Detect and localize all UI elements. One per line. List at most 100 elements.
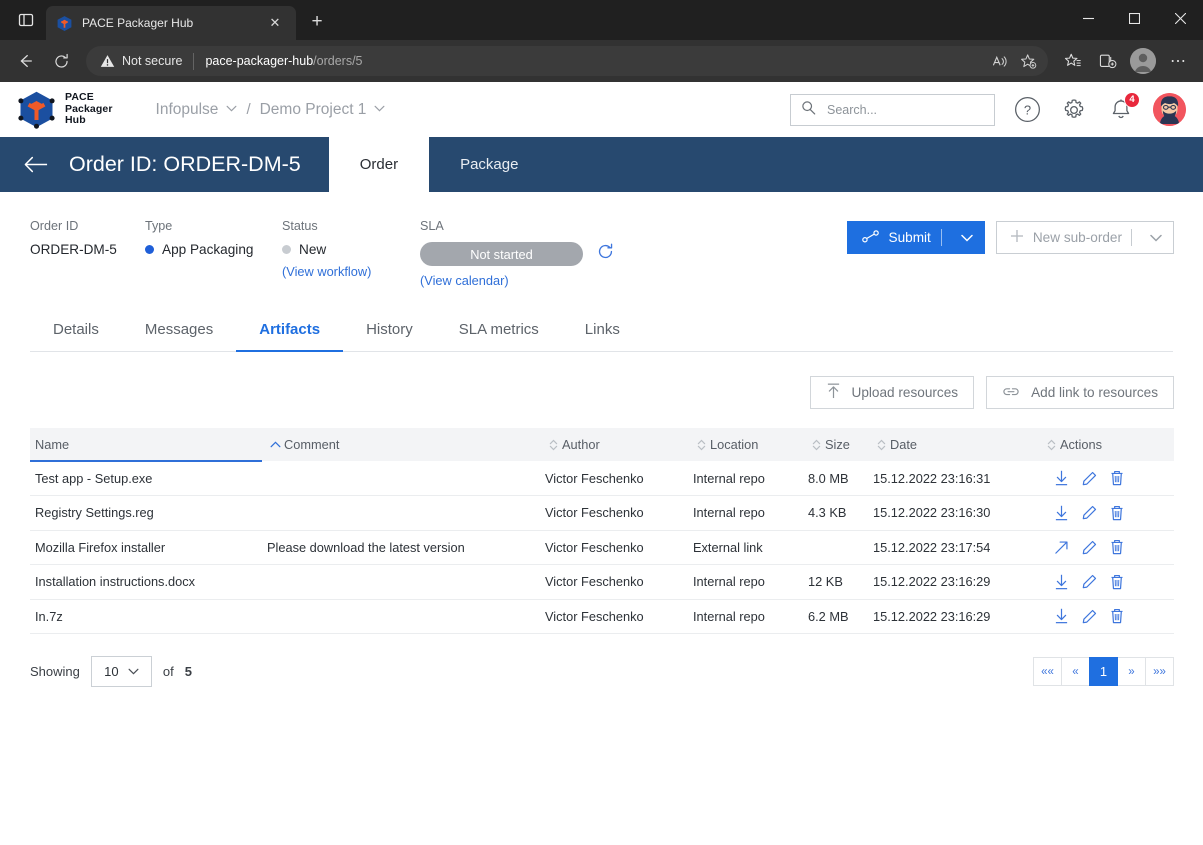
new-sub-order-button[interactable]: New sub-order: [995, 221, 1174, 254]
table-row[interactable]: Installation instructions.docx Victor Fe…: [30, 564, 1174, 600]
sort-icon[interactable]: [873, 439, 890, 451]
submit-button[interactable]: Submit: [846, 221, 985, 254]
sort-icon[interactable]: [808, 439, 825, 451]
minimize-button[interactable]: [1065, 0, 1111, 36]
notifications-button[interactable]: 4: [1106, 91, 1140, 125]
tab-sla-metrics[interactable]: SLA metrics: [436, 321, 562, 351]
browser-window: PACE Packager Hub ✕ + Not secure pace-pa…: [0, 0, 1203, 845]
sort-icon[interactable]: [545, 439, 562, 451]
new-tab-button[interactable]: +: [302, 7, 332, 37]
user-avatar[interactable]: [1153, 93, 1186, 126]
workflow-icon: [861, 229, 879, 246]
sla-status-badge: Not started: [420, 242, 583, 266]
back-icon[interactable]: [8, 44, 42, 78]
next-page-button[interactable]: »: [1117, 657, 1146, 686]
table-row[interactable]: Mozilla Firefox installer Please downloa…: [30, 530, 1174, 565]
security-indicator[interactable]: Not secure: [100, 54, 182, 68]
last-page-button[interactable]: »»: [1145, 657, 1174, 686]
download-icon[interactable]: [1054, 505, 1069, 521]
table-row[interactable]: Test app - Setup.exe Victor Feschenko In…: [30, 461, 1174, 496]
app-logo[interactable]: PACE Packager Hub: [18, 90, 113, 129]
meta-status-value: New: [282, 242, 420, 257]
page-size-select[interactable]: 10: [90, 656, 152, 687]
column-header-location[interactable]: Location: [688, 428, 803, 461]
edit-icon[interactable]: [1082, 471, 1097, 486]
edit-icon[interactable]: [1082, 609, 1097, 624]
search-box[interactable]: [790, 93, 995, 126]
tab-order[interactable]: Order: [328, 137, 430, 192]
cell-author: Victor Feschenko: [540, 461, 688, 496]
edit-icon[interactable]: [1082, 574, 1097, 589]
add-favorite-icon[interactable]: [1015, 48, 1042, 75]
collections-icon[interactable]: [1091, 44, 1125, 78]
cell-location: Internal repo: [688, 461, 803, 496]
delete-icon[interactable]: [1110, 505, 1124, 521]
browser-tab[interactable]: PACE Packager Hub ✕: [46, 6, 296, 40]
prev-page-button[interactable]: «: [1061, 657, 1090, 686]
back-to-orders-button[interactable]: [24, 137, 69, 192]
tab-details[interactable]: Details: [30, 321, 122, 351]
sort-icon[interactable]: [693, 439, 710, 451]
favorites-icon[interactable]: [1056, 44, 1090, 78]
settings-gear-button[interactable]: [1059, 95, 1089, 125]
close-window-button[interactable]: [1157, 0, 1203, 36]
cell-name-link[interactable]: Mozilla Firefox installer: [30, 530, 262, 565]
read-aloud-icon[interactable]: [986, 48, 1013, 75]
page-button-1[interactable]: 1: [1089, 657, 1118, 686]
edit-icon[interactable]: [1082, 540, 1097, 555]
add-link-to-resources-button[interactable]: Add link to resources: [986, 376, 1174, 409]
delete-icon[interactable]: [1110, 470, 1124, 486]
sort-icon[interactable]: [1043, 439, 1060, 451]
tab-messages[interactable]: Messages: [122, 321, 236, 351]
view-calendar-link[interactable]: (View calendar): [420, 273, 614, 288]
maximize-button[interactable]: [1111, 0, 1157, 36]
breadcrumb-item-organization[interactable]: Infopulse: [156, 101, 238, 119]
column-header-actions-label: Actions: [1060, 437, 1102, 452]
order-header-bar: Order ID: ORDER-DM-5 Order Package: [0, 137, 1203, 192]
upload-icon: [826, 383, 841, 402]
help-button[interactable]: ?: [1012, 95, 1042, 125]
address-bar[interactable]: Not secure pace-packager-hub/orders/5: [86, 46, 1048, 76]
first-page-button[interactable]: ««: [1033, 657, 1062, 686]
delete-icon[interactable]: [1110, 539, 1124, 555]
column-header-name[interactable]: Name: [30, 428, 262, 462]
refresh-sla-icon[interactable]: [597, 243, 614, 265]
submit-dropdown-chevron-icon[interactable]: [952, 234, 982, 242]
browser-tab-title: PACE Packager Hub: [82, 16, 194, 30]
browser-settings-more-icon[interactable]: ⋯: [1161, 44, 1195, 78]
search-input[interactable]: [825, 101, 984, 118]
download-icon[interactable]: [1054, 608, 1069, 624]
meta-status-text: New: [299, 242, 327, 257]
browser-profile-button[interactable]: [1126, 44, 1160, 78]
tab-history[interactable]: History: [343, 321, 436, 351]
reload-icon[interactable]: [44, 44, 78, 78]
meta-type-label: Type: [145, 219, 173, 233]
download-icon[interactable]: [1054, 574, 1069, 590]
order-action-buttons: Submit New sub-order: [846, 221, 1174, 254]
column-header-date[interactable]: Date: [868, 428, 1038, 461]
sort-asc-icon[interactable]: [267, 441, 284, 448]
delete-icon[interactable]: [1110, 574, 1124, 590]
close-tab-icon[interactable]: ✕: [264, 12, 286, 34]
view-workflow-link[interactable]: (View workflow): [282, 264, 420, 279]
tab-artifacts[interactable]: Artifacts: [236, 321, 343, 352]
download-icon[interactable]: [1054, 470, 1069, 486]
column-header-comment-label: Comment: [284, 437, 340, 452]
breadcrumb-item-project[interactable]: Demo Project 1: [260, 101, 386, 119]
column-header-size[interactable]: Size: [803, 428, 868, 461]
column-header-author[interactable]: Author: [540, 428, 688, 461]
column-header-comment[interactable]: Comment: [262, 428, 540, 461]
tab-search-button[interactable]: [6, 3, 46, 37]
delete-icon[interactable]: [1110, 608, 1124, 624]
table-row[interactable]: In.7z Victor Feschenko Internal repo 6.2…: [30, 599, 1174, 634]
external-link-icon[interactable]: [1054, 540, 1069, 555]
table-row[interactable]: Registry Settings.reg Victor Feschenko I…: [30, 495, 1174, 531]
page-title: Order ID: ORDER-DM-5: [69, 152, 301, 176]
column-header-actions[interactable]: Actions: [1038, 428, 1174, 461]
window-controls: [1065, 0, 1203, 36]
tab-package[interactable]: Package: [429, 137, 549, 192]
edit-icon[interactable]: [1082, 505, 1097, 520]
sub-order-dropdown-chevron-icon[interactable]: [1141, 234, 1171, 242]
upload-resources-button[interactable]: Upload resources: [809, 376, 975, 409]
tab-links[interactable]: Links: [562, 321, 643, 351]
